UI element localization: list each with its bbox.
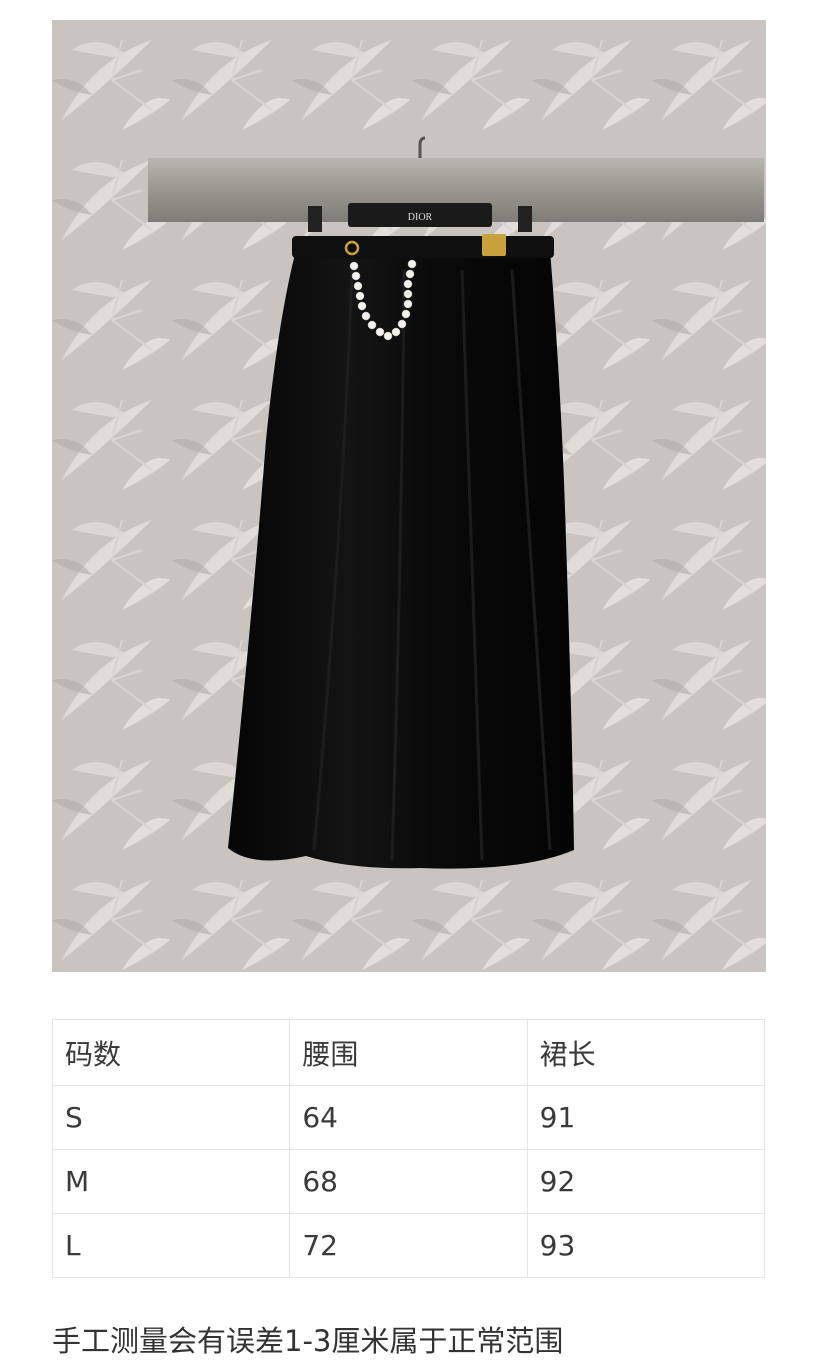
size-table: 码数 腰围 裙长 S 64 91 M 68 92 L 72 93 <box>51 1019 766 1278</box>
skirt-photo-illustration: DIOR <box>52 20 766 972</box>
cell-length: 93 <box>526 1213 766 1278</box>
cell-length: 91 <box>526 1085 766 1150</box>
cell-waist: 68 <box>289 1149 528 1214</box>
waistband-belt <box>292 236 554 258</box>
hanger-brand-label: DIOR <box>408 212 433 223</box>
cell-length: 92 <box>526 1149 766 1214</box>
cell-size: M <box>51 1149 291 1214</box>
product-photo: DIOR <box>52 20 766 972</box>
header-size: 码数 <box>51 1019 291 1086</box>
cell-waist: 72 <box>289 1213 528 1278</box>
measurement-note: 手工测量会有误差1-3厘米属于正常范围 <box>52 1324 564 1358</box>
table-row: S 64 91 <box>51 1085 766 1150</box>
cell-waist: 64 <box>289 1085 528 1150</box>
table-row: M 68 92 <box>51 1149 766 1214</box>
table-header-row: 码数 腰围 裙长 <box>51 1019 766 1086</box>
header-waist: 腰围 <box>289 1019 528 1086</box>
gold-buckle-icon <box>482 234 506 256</box>
cell-size: S <box>51 1085 291 1150</box>
cell-size: L <box>51 1213 291 1278</box>
header-length: 裙长 <box>526 1019 766 1086</box>
table-row: L 72 93 <box>51 1213 766 1278</box>
